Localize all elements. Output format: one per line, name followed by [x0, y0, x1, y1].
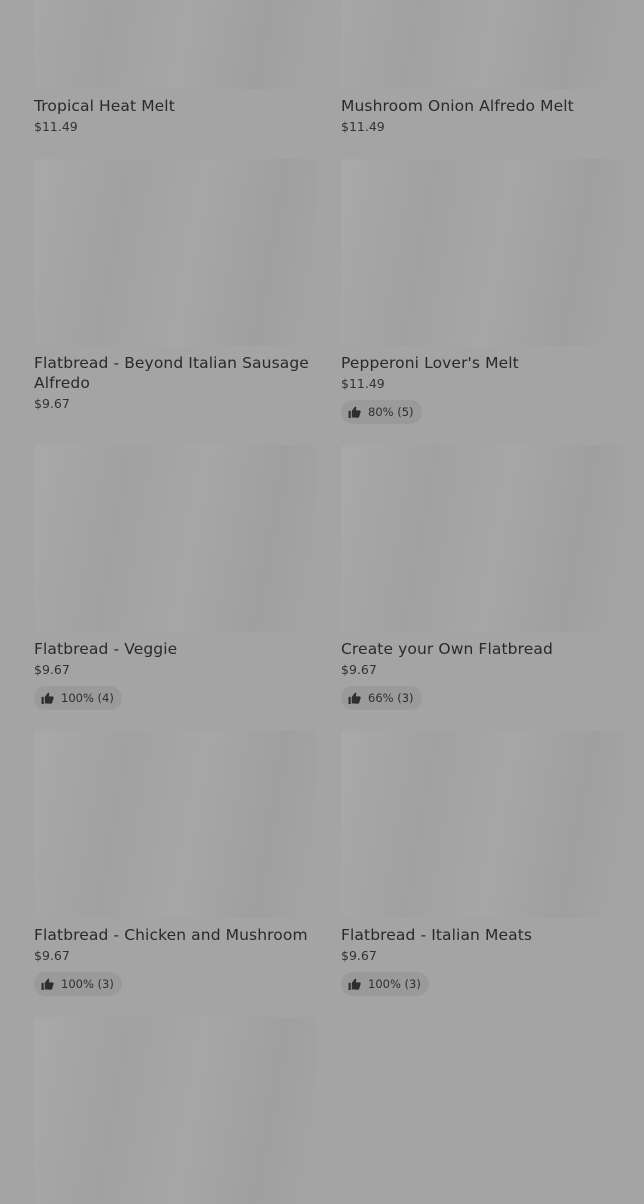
menu-item-image[interactable] [34, 159, 317, 346]
menu-item-card[interactable]: Mushroom Onion Alfredo Melt $11.49 [341, 0, 624, 134]
rating-text: 100% (3) [61, 977, 114, 991]
menu-item-card[interactable]: Flatbread - Italian Meats $9.67 100% (3) [341, 731, 624, 996]
menu-item-image[interactable] [341, 731, 624, 918]
menu-item-image[interactable] [341, 159, 624, 346]
menu-item-card[interactable]: Flatbread - Beyond Italian Sausage Alfre… [34, 159, 317, 411]
menu-item-card[interactable]: Tropical Heat Melt $11.49 [34, 0, 317, 134]
menu-item-name: Flatbread - Italian Meats [341, 926, 533, 944]
menu-item-name: Tropical Heat Melt [34, 97, 175, 115]
menu-item-name: Create your Own Flatbread [341, 640, 553, 658]
rating-badge: 100% (4) [34, 686, 122, 710]
rating-text: 100% (4) [61, 691, 114, 705]
rating-badge: 100% (3) [341, 972, 429, 996]
menu-item-name: Mushroom Onion Alfredo Melt [341, 97, 574, 115]
menu-item-image[interactable] [34, 445, 317, 632]
rating-badge: 80% (5) [341, 400, 422, 424]
menu-item-card[interactable] [34, 1017, 317, 1204]
menu-item-price: $9.67 [34, 662, 70, 677]
menu-item-name: Flatbread - Beyond Italian Sausage Alfre… [34, 354, 309, 392]
thumbs-up-icon [348, 978, 361, 990]
menu-item-image[interactable] [34, 731, 317, 918]
menu-item-price: $9.67 [34, 948, 70, 963]
menu-item-image[interactable] [34, 1017, 317, 1204]
menu-item-price: $11.49 [341, 119, 385, 134]
menu-item-card[interactable]: Pepperoni Lover's Melt $11.49 80% (5) [341, 159, 624, 424]
menu-item-price: $11.49 [341, 376, 385, 391]
rating-text: 80% (5) [368, 405, 414, 419]
menu-item-price: $9.67 [341, 948, 377, 963]
menu-item-image[interactable] [341, 0, 624, 89]
thumbs-up-icon [348, 692, 361, 704]
rating-badge: 100% (3) [34, 972, 122, 996]
thumbs-up-icon [41, 692, 54, 704]
thumbs-up-icon [348, 406, 361, 418]
menu-item-card[interactable]: Flatbread - Chicken and Mushroom $9.67 1… [34, 731, 317, 996]
thumbs-up-icon [41, 978, 54, 990]
menu-item-card[interactable]: Create your Own Flatbread $9.67 66% (3) [341, 445, 624, 710]
rating-badge: 66% (3) [341, 686, 422, 710]
menu-grid: Tropical Heat Melt $11.49 Mushroom Onion… [0, 0, 644, 1204]
menu-item-image[interactable] [341, 445, 624, 632]
menu-item-price: $11.49 [34, 119, 78, 134]
menu-item-price: $9.67 [34, 396, 70, 411]
menu-item-name: Flatbread - Chicken and Mushroom [34, 926, 308, 944]
menu-item-name: Flatbread - Veggie [34, 640, 178, 658]
menu-item-image[interactable] [34, 0, 317, 89]
rating-text: 100% (3) [368, 977, 421, 991]
menu-item-card[interactable]: Flatbread - Veggie $9.67 100% (4) [34, 445, 317, 710]
rating-text: 66% (3) [368, 691, 414, 705]
menu-item-name: Pepperoni Lover's Melt [341, 354, 519, 372]
menu-item-price: $9.67 [341, 662, 377, 677]
